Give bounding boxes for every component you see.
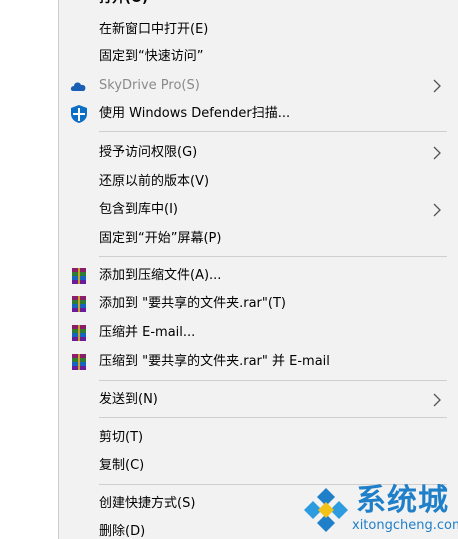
winrar-icon	[72, 325, 86, 341]
menu-item-label: 创建快捷方式(S)	[99, 496, 196, 511]
menu-item-open-partial[interactable]: 打开(O)	[99, 0, 148, 8]
menu-item-label: SkyDrive Pro(S)	[99, 78, 200, 93]
menu-item-restore-previous[interactable]: 还原以前的版本(V)	[59, 169, 458, 195]
menu-item-label: 使用 Windows Defender扫描...	[99, 106, 291, 121]
menu-item-label: 压缩并 E-mail...	[99, 325, 196, 340]
winrar-icon	[72, 268, 86, 284]
cloud-icon	[70, 82, 86, 91]
menu-item-include-library[interactable]: 包含到库中(I)	[59, 197, 458, 223]
menu-item-send-to[interactable]: 发送到(N)	[59, 387, 458, 413]
menu-item-give-access[interactable]: 授予访问权限(G)	[59, 140, 458, 166]
menu-item-label: 还原以前的版本(V)	[99, 174, 210, 189]
separator	[99, 256, 447, 257]
menu-item-pin-start[interactable]: 固定到“开始”屏幕(P)	[59, 226, 458, 252]
menu-item-label: 添加到 "要共享的文件夹.rar"(T)	[99, 296, 286, 311]
menu-item-label: 复制(C)	[99, 458, 145, 473]
menu-item-label: 发送到(N)	[99, 392, 158, 407]
defender-shield-icon	[71, 105, 87, 123]
menu-item-compress-email[interactable]: 压缩并 E-mail...	[59, 320, 458, 346]
menu-item-cut[interactable]: 剪切(T)	[59, 425, 458, 451]
context-menu: 打开(O) 在新窗口中打开(E) 固定到“快速访问” SkyDrive Pro(…	[58, 0, 458, 539]
watermark-url: xitongcheng.com	[352, 518, 458, 533]
menu-item-label: 压缩到 "要共享的文件夹.rar" 并 E-mail	[99, 354, 330, 369]
menu-item-pin-quick-access[interactable]: 固定到“快速访问”	[59, 44, 458, 70]
menu-item-label: 添加到压缩文件(A)...	[99, 268, 222, 283]
menu-item-defender-scan[interactable]: 使用 Windows Defender扫描...	[59, 101, 458, 127]
separator	[99, 417, 447, 418]
menu-item-label: 剪切(T)	[99, 430, 144, 445]
menu-item-add-to-named-rar[interactable]: 添加到 "要共享的文件夹.rar"(T)	[59, 291, 458, 317]
watermark-brand: 系统城	[356, 483, 449, 518]
separator	[99, 131, 447, 132]
menu-item-skydrive-pro[interactable]: SkyDrive Pro(S)	[59, 73, 458, 99]
menu-item-label: 固定到“开始”屏幕(P)	[99, 231, 222, 246]
menu-item-compress-named-email[interactable]: 压缩到 "要共享的文件夹.rar" 并 E-mail	[59, 349, 458, 375]
chevron-right-icon	[433, 203, 441, 217]
chevron-right-icon	[433, 79, 441, 93]
menu-item-label: 固定到“快速访问”	[99, 49, 204, 64]
winrar-icon	[72, 296, 86, 312]
menu-item-label: 包含到库中(I)	[99, 202, 178, 217]
menu-item-label: 授予访问权限(G)	[99, 145, 198, 160]
winrar-icon	[72, 354, 86, 370]
menu-item-copy[interactable]: 复制(C)	[59, 453, 458, 479]
separator	[99, 380, 447, 381]
menu-item-open-new-window[interactable]: 在新窗口中打开(E)	[59, 17, 458, 43]
menu-item-label: 删除(D)	[99, 524, 146, 539]
menu-item-add-to-archive[interactable]: 添加到压缩文件(A)...	[59, 263, 458, 289]
chevron-right-icon	[433, 393, 441, 407]
chevron-right-icon	[433, 146, 441, 160]
menu-item-label: 在新窗口中打开(E)	[99, 22, 209, 37]
